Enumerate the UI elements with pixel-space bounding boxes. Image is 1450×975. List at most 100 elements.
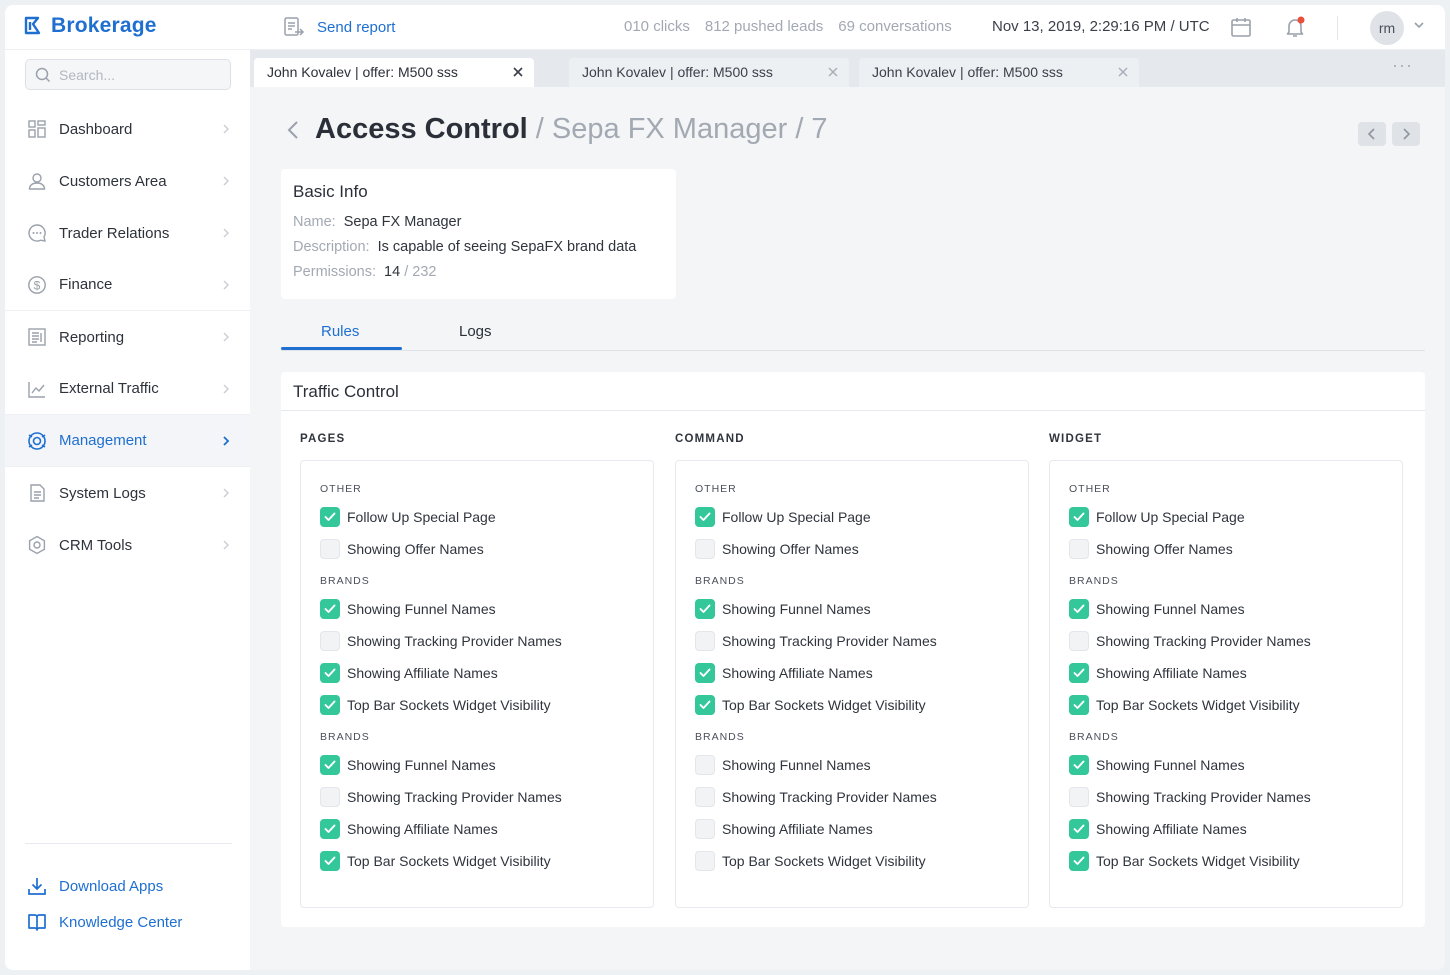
group-label: OTHER bbox=[695, 483, 737, 495]
checkbox-unchecked[interactable] bbox=[1069, 631, 1089, 651]
permission-checkbox-row[interactable]: Showing Funnel Names bbox=[320, 755, 496, 775]
checkbox-unchecked[interactable] bbox=[695, 755, 715, 775]
brokerage-logo-icon bbox=[24, 16, 41, 35]
checkbox-checked[interactable] bbox=[320, 599, 340, 619]
tab-rules[interactable]: Rules bbox=[321, 323, 359, 340]
chevron-right-icon bbox=[1403, 128, 1411, 140]
tab-logs[interactable]: Logs bbox=[459, 323, 492, 340]
notification-bell-icon[interactable] bbox=[1283, 15, 1307, 39]
checkbox-checked[interactable] bbox=[320, 695, 340, 715]
permission-checkbox-row[interactable]: Top Bar Sockets Widget Visibility bbox=[695, 695, 926, 715]
name-row: Name: Sepa FX Manager bbox=[293, 214, 664, 230]
sidebar-item-reporting[interactable]: Reporting bbox=[5, 311, 250, 363]
sidebar-item-crm-tools[interactable]: CRM Tools bbox=[5, 519, 250, 571]
previous-record-button[interactable] bbox=[1358, 122, 1386, 146]
permission-checkbox-row[interactable]: Showing Funnel Names bbox=[1069, 755, 1245, 775]
permission-checkbox-row[interactable]: Showing Tracking Provider Names bbox=[1069, 631, 1311, 651]
permission-checkbox-row[interactable]: Showing Affiliate Names bbox=[1069, 819, 1247, 839]
permission-checkbox-row[interactable]: Showing Tracking Provider Names bbox=[1069, 787, 1311, 807]
download-apps-link[interactable]: Download Apps bbox=[27, 876, 163, 896]
checkbox-checked[interactable] bbox=[695, 695, 715, 715]
checkbox-checked[interactable] bbox=[320, 663, 340, 683]
close-icon[interactable] bbox=[512, 66, 524, 78]
checkbox-unchecked[interactable] bbox=[695, 819, 715, 839]
checkbox-unchecked[interactable] bbox=[1069, 787, 1089, 807]
checkbox-checked[interactable] bbox=[1069, 819, 1089, 839]
sidebar-item-system-logs[interactable]: System Logs bbox=[5, 467, 250, 519]
permission-checkbox-row[interactable]: Top Bar Sockets Widget Visibility bbox=[320, 695, 551, 715]
permission-checkbox-row[interactable]: Follow Up Special Page bbox=[1069, 507, 1245, 527]
permission-checkbox-row[interactable]: Showing Funnel Names bbox=[695, 755, 871, 775]
checkbox-unchecked[interactable] bbox=[1069, 539, 1089, 559]
checkbox-unchecked[interactable] bbox=[695, 787, 715, 807]
checkbox-checked[interactable] bbox=[320, 819, 340, 839]
permission-checkbox-row[interactable]: Showing Tracking Provider Names bbox=[695, 631, 937, 651]
checkbox-checked[interactable] bbox=[320, 755, 340, 775]
basic-info-title: Basic Info bbox=[293, 182, 368, 201]
document-tab[interactable]: John Kovalev | offer: M500 sss bbox=[254, 58, 534, 87]
permission-checkbox-row[interactable]: Showing Affiliate Names bbox=[695, 819, 873, 839]
checkbox-unchecked[interactable] bbox=[695, 539, 715, 559]
checkbox-checked[interactable] bbox=[320, 851, 340, 871]
search-input[interactable] bbox=[59, 60, 224, 89]
sidebar-item-finance[interactable]: $ Finance bbox=[5, 259, 250, 311]
permission-checkbox-row[interactable]: Showing Affiliate Names bbox=[695, 663, 873, 683]
permission-checkbox-row[interactable]: Showing Affiliate Names bbox=[1069, 663, 1247, 683]
close-icon[interactable] bbox=[827, 66, 839, 78]
chevron-right-icon bbox=[223, 384, 230, 394]
sidebar-item-customers-area[interactable]: Customers Area bbox=[5, 155, 250, 207]
knowledge-center-link[interactable]: Knowledge Center bbox=[27, 912, 182, 932]
document-tab[interactable]: John Kovalev | offer: M500 sss bbox=[569, 58, 849, 87]
permission-label: Showing Funnel Names bbox=[347, 757, 496, 773]
chevron-down-icon[interactable] bbox=[1412, 18, 1426, 32]
permission-checkbox-row[interactable]: Follow Up Special Page bbox=[695, 507, 871, 527]
sidebar-item-trader-relations[interactable]: Trader Relations bbox=[5, 207, 250, 259]
permission-checkbox-row[interactable]: Showing Tracking Provider Names bbox=[695, 787, 937, 807]
checkbox-checked[interactable] bbox=[320, 507, 340, 527]
sidebar-item-dashboard[interactable]: Dashboard bbox=[5, 103, 250, 155]
permission-checkbox-row[interactable]: Showing Tracking Provider Names bbox=[320, 631, 562, 651]
checkbox-checked[interactable] bbox=[695, 507, 715, 527]
checkbox-checked[interactable] bbox=[1069, 695, 1089, 715]
send-report-button[interactable]: Send report bbox=[283, 16, 395, 38]
permission-checkbox-row[interactable]: Showing Funnel Names bbox=[1069, 599, 1245, 619]
permission-checkbox-row[interactable]: Top Bar Sockets Widget Visibility bbox=[320, 851, 551, 871]
checkbox-unchecked[interactable] bbox=[695, 851, 715, 871]
permission-checkbox-row[interactable]: Top Bar Sockets Widget Visibility bbox=[695, 851, 926, 871]
permission-checkbox-row[interactable]: Showing Funnel Names bbox=[320, 599, 496, 619]
checkbox-checked[interactable] bbox=[1069, 755, 1089, 775]
permission-checkbox-row[interactable]: Top Bar Sockets Widget Visibility bbox=[1069, 695, 1300, 715]
sidebar-item-external-traffic[interactable]: External Traffic bbox=[5, 363, 250, 415]
permission-checkbox-row[interactable]: Showing Offer Names bbox=[695, 539, 859, 559]
sidebar-item-management[interactable]: Management bbox=[5, 415, 250, 467]
next-record-button[interactable] bbox=[1392, 122, 1420, 146]
permission-checkbox-row[interactable]: Showing Affiliate Names bbox=[320, 819, 498, 839]
name-value: Sepa FX Manager bbox=[343, 214, 462, 230]
permission-checkbox-row[interactable]: Showing Affiliate Names bbox=[320, 663, 498, 683]
checkbox-checked[interactable] bbox=[1069, 507, 1089, 527]
checkbox-unchecked[interactable] bbox=[320, 787, 340, 807]
permission-checkbox-row[interactable]: Follow Up Special Page bbox=[320, 507, 496, 527]
checkbox-unchecked[interactable] bbox=[320, 631, 340, 651]
checkbox-unchecked[interactable] bbox=[695, 631, 715, 651]
checkbox-unchecked[interactable] bbox=[320, 539, 340, 559]
permission-checkbox-row[interactable]: Top Bar Sockets Widget Visibility bbox=[1069, 851, 1300, 871]
avatar[interactable]: rm bbox=[1370, 11, 1404, 45]
logo[interactable]: Brokerage bbox=[23, 14, 157, 38]
calendar-icon[interactable] bbox=[1229, 15, 1253, 39]
checkbox-checked[interactable] bbox=[1069, 599, 1089, 619]
permission-checkbox-row[interactable]: Showing Tracking Provider Names bbox=[320, 787, 562, 807]
permission-checkbox-row[interactable]: Showing Funnel Names bbox=[695, 599, 871, 619]
close-icon[interactable] bbox=[1117, 66, 1129, 78]
permission-checkbox-row[interactable]: Showing Offer Names bbox=[1069, 539, 1233, 559]
permission-label: Follow Up Special Page bbox=[347, 509, 496, 525]
checkbox-checked[interactable] bbox=[695, 663, 715, 683]
permission-checkbox-row[interactable]: Showing Offer Names bbox=[320, 539, 484, 559]
more-options-icon[interactable]: ··· bbox=[1392, 55, 1413, 76]
checkbox-checked[interactable] bbox=[695, 599, 715, 619]
back-chevron-icon[interactable] bbox=[286, 117, 302, 143]
checkbox-checked[interactable] bbox=[1069, 851, 1089, 871]
checkbox-checked[interactable] bbox=[1069, 663, 1089, 683]
download-icon bbox=[28, 878, 46, 895]
document-tab[interactable]: John Kovalev | offer: M500 sss bbox=[859, 58, 1139, 87]
